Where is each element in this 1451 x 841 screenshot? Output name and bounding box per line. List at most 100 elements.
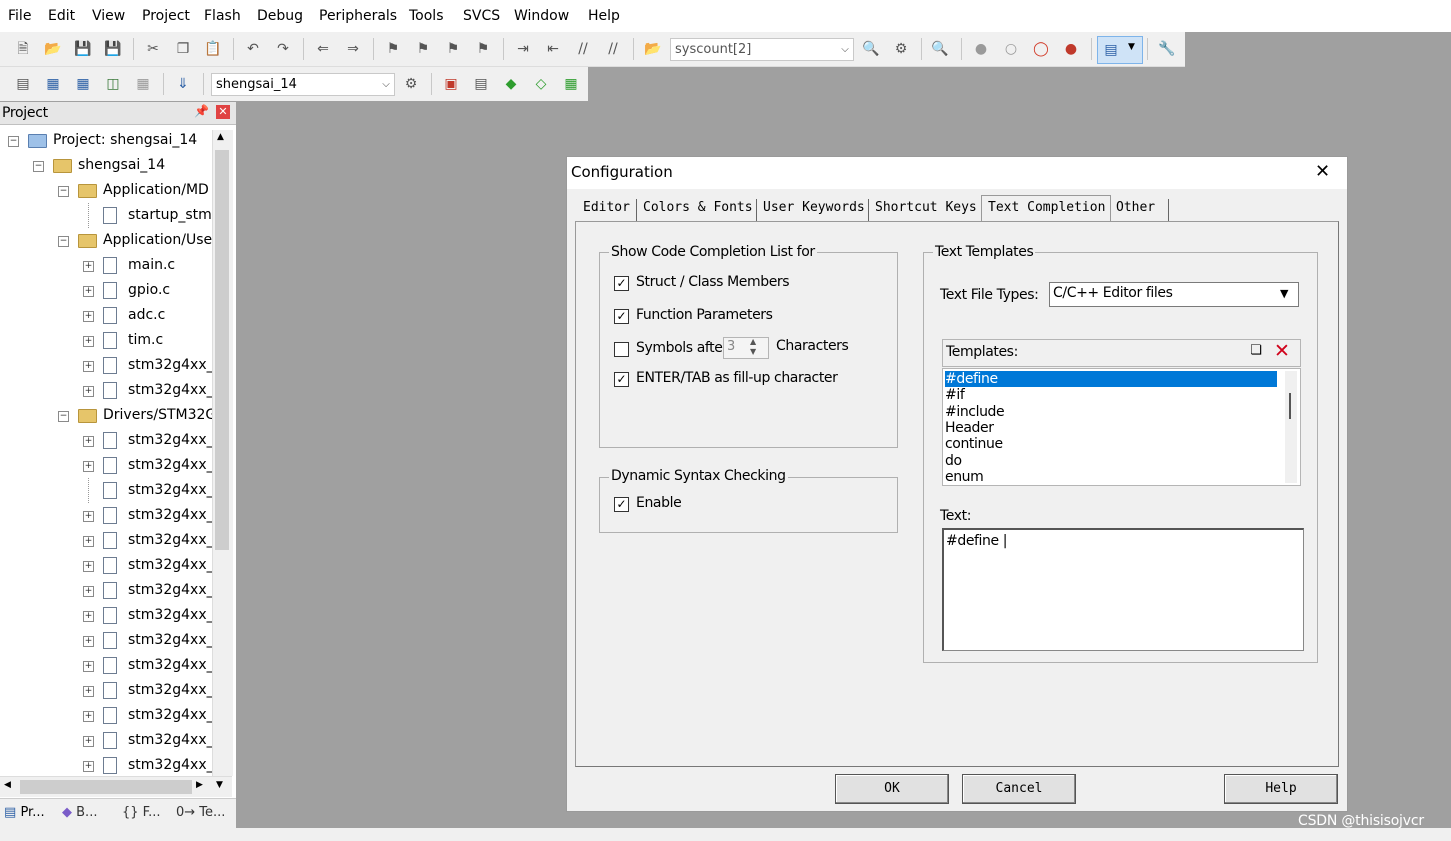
incremental-find-icon[interactable]: ⚙ [892,40,910,58]
menu-edit[interactable]: Edit [48,8,75,24]
template-item[interactable]: #include [945,404,1277,420]
cancel-button[interactable]: Cancel [962,774,1076,804]
tree-item[interactable]: + stm32g4xx_h [0,703,212,728]
copy-icon[interactable]: ❐ [174,40,192,58]
template-item[interactable]: enum [945,469,1277,485]
tab-other[interactable]: Other [1116,200,1155,215]
close-icon[interactable]: ✕ [216,105,230,119]
chevron-down-icon[interactable]: ⌵ [837,39,853,60]
expand-icon[interactable]: + [83,361,94,372]
menu-window[interactable]: Window [514,8,569,24]
select-packs-icon[interactable]: ▤ [472,75,490,93]
tree-item[interactable]: + stm32g4xx_h [0,503,212,528]
redo-icon[interactable]: ↷ [274,40,292,58]
expand-icon[interactable]: + [83,736,94,747]
find-combo[interactable]: syscount[2] ⌵ [670,38,854,61]
tree-item[interactable]: + adc.c [0,303,212,328]
menu-view[interactable]: View [92,8,125,24]
scroll-up-icon[interactable]: ▲ [217,132,224,142]
template-item[interactable]: #if [945,387,1277,403]
tab-colors-fonts[interactable]: Colors & Fonts [643,200,753,215]
find-in-files-icon[interactable]: 📂 [644,40,662,58]
rebuild-icon[interactable]: ▦ [74,75,92,93]
uncomment-icon[interactable]: // [604,40,622,58]
comment-icon[interactable]: // [574,40,592,58]
tree-item[interactable]: + gpio.c [0,278,212,303]
struct-members-checkbox[interactable]: ✓ [614,276,629,291]
tab-shortcut-keys[interactable]: Shortcut Keys [875,200,977,215]
prev-bookmark-icon[interactable]: ⚑ [414,40,432,58]
tree-item[interactable]: + stm32g4xx_h [0,603,212,628]
pack-installer-icon[interactable]: ◇ [532,75,550,93]
file-types-select[interactable]: C/C++ Editor files ▼ [1049,282,1299,307]
new-template-icon[interactable]: ❏ [1248,343,1264,359]
build-icon[interactable]: ▦ [44,75,62,93]
tree-item[interactable]: + stm32g4xx_h [0,678,212,703]
tree-item[interactable]: − Drivers/STM32G [0,403,212,428]
tree-item[interactable]: + main.c [0,253,212,278]
templates-list[interactable]: #define #if #include Header continue do enum [942,368,1301,486]
scroll-left-icon[interactable]: ◀ [4,780,11,790]
expand-icon[interactable]: + [83,761,94,772]
tab-project[interactable]: ▤ Pr... [4,805,45,820]
tree-item[interactable]: + stm32g4xx_h [0,528,212,553]
menu-file[interactable]: File [8,8,31,24]
spin-down-icon[interactable]: ▼ [750,347,756,356]
options-for-target-icon[interactable]: ⚙ [402,75,420,93]
expand-icon[interactable]: + [83,536,94,547]
collapse-icon[interactable]: − [58,411,69,422]
function-params-checkbox[interactable]: ✓ [614,309,629,324]
expand-icon[interactable]: + [83,461,94,472]
tree-item[interactable]: + stm32g4xx_h [0,378,212,403]
scroll-right-icon[interactable]: ▶ [196,780,203,790]
templates-scroll-thumb[interactable] [1289,393,1291,419]
tree-item[interactable]: + stm32g4xx_h [0,428,212,453]
template-item[interactable]: do [945,453,1277,469]
menu-peripherals[interactable]: Peripherals [319,8,397,24]
chevron-down-icon[interactable]: ▼ [1280,287,1288,300]
cut-icon[interactable]: ✂ [144,40,162,58]
menu-help[interactable]: Help [588,8,620,24]
tree-item[interactable]: + stm32g4xx_h [0,553,212,578]
chevron-down-icon[interactable]: ⌵ [378,74,394,95]
expand-icon[interactable]: + [83,386,94,397]
tree-vertical-scrollbar[interactable]: ▲ [212,130,233,776]
tree-item[interactable]: + stm32g4xx_h [0,453,212,478]
template-item[interactable]: Header [945,420,1277,436]
collapse-icon[interactable]: − [8,136,19,147]
rte-icon[interactable]: ▦ [562,75,580,93]
menu-debug[interactable]: Debug [257,8,303,24]
clear-bookmarks-icon[interactable]: ⚑ [474,40,492,58]
unindent-icon[interactable]: ⇤ [544,40,562,58]
debug-start-icon[interactable]: 🔍 [931,40,949,58]
scroll-thumb[interactable] [215,150,229,550]
window-layout-button[interactable]: ▤ ▼ [1097,36,1143,64]
collapse-icon[interactable]: − [58,186,69,197]
tab-user-keywords[interactable]: User Keywords [763,200,865,215]
open-folder-icon[interactable]: 📂 [44,40,62,58]
expand-icon[interactable]: + [83,686,94,697]
template-item[interactable]: continue [945,436,1277,452]
enter-tab-checkbox[interactable]: ✓ [614,372,629,387]
expand-icon[interactable]: + [83,511,94,522]
tree-item[interactable]: + stm32g4xx_i [0,353,212,378]
enable-syntax-checkbox[interactable]: ✓ [614,497,629,512]
find-icon[interactable]: 🔍 [862,40,880,58]
tree-item[interactable]: startup_stm3 [0,203,212,228]
expand-icon[interactable]: + [83,561,94,572]
expand-icon[interactable]: + [83,336,94,347]
tree-horizontal-scrollbar[interactable]: ◀ ▶ ▼ [0,776,232,797]
bookmark-icon[interactable]: ⚑ [384,40,402,58]
collapse-icon[interactable]: − [33,161,44,172]
templates-scrollbar[interactable] [1285,371,1297,483]
tree-item[interactable]: + stm32g4xx_h [0,753,212,776]
tab-functions[interactable]: {} F... [122,805,160,820]
batch-build-icon[interactable]: ◫ [104,75,122,93]
pin-icon[interactable]: 📌 [194,104,209,118]
breakpoint-icon[interactable]: ● [972,40,990,58]
expand-icon[interactable]: + [83,286,94,297]
expand-icon[interactable]: + [83,611,94,622]
tree-item[interactable]: − Application/MD [0,178,212,203]
ok-button[interactable]: OK [835,774,949,804]
symbols-count-spinner[interactable]: 3 ▲ ▼ [723,337,769,359]
